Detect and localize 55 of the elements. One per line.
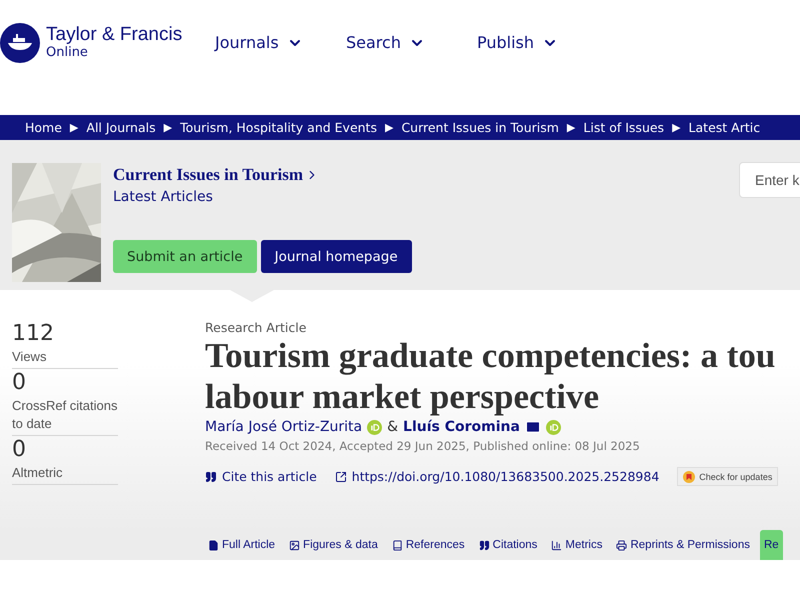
image-icon (289, 540, 300, 550)
bookmark-icon (683, 470, 696, 482)
logo-subtitle[interactable]: Online (46, 44, 182, 60)
document-icon (208, 540, 219, 550)
separator-icon: ▶ (566, 121, 576, 134)
metric-value: 0 (12, 436, 27, 464)
article-tab[interactable]: Figures & data (285, 530, 382, 560)
printer-icon (616, 540, 628, 550)
breadcrumb-link[interactable]: Latest Artic (688, 120, 760, 135)
cite-link[interactable]: Cite this article (205, 469, 317, 484)
breadcrumb-link[interactable]: List of Issues (583, 120, 664, 135)
separator-icon: ▶ (672, 121, 681, 134)
article-tab[interactable]: Full Article (204, 530, 280, 560)
article-tab[interactable]: References (388, 530, 469, 560)
publication-dates: Received 14 Oct 2024, Accepted 29 Jun 2025, Published online: 08 Jul 2025 (205, 439, 641, 453)
separator-icon: ▶ (384, 121, 394, 134)
journal-subtitle: Latest Articles (113, 189, 214, 205)
menu-item[interactable]: Journals (215, 33, 346, 52)
article-title: labour market perspective (205, 376, 600, 417)
metric-value: 0 (12, 369, 27, 397)
journal-title-link[interactable]: Current Issues in Tourism (113, 165, 412, 185)
external-link-icon (334, 470, 347, 482)
logo-name[interactable]: Taylor & Francis (46, 24, 182, 44)
author-separator: & (387, 419, 398, 435)
metric-label: Altmetric (12, 464, 64, 482)
author-link[interactable]: Lluís Coromina (403, 419, 520, 435)
article-tab[interactable]: Citations (474, 530, 542, 560)
metric-label: CrossRef citations to date (12, 397, 118, 433)
metric-value: 112 (12, 320, 55, 348)
separator-icon: ▶ (70, 121, 78, 134)
book-icon (392, 540, 403, 550)
check-updates-button[interactable]: Check for updates (677, 467, 778, 486)
homepage-button[interactable]: Journal homepage (260, 240, 412, 273)
quote-icon (205, 470, 217, 482)
bar-chart-icon (551, 540, 562, 550)
article-tab[interactable]: Reprints & Permissions (612, 530, 754, 560)
metric-label: Views (12, 348, 48, 366)
menu-item[interactable]: Publish (477, 33, 608, 52)
quote-icon (478, 540, 490, 550)
submit-button[interactable]: Submit an article (113, 240, 257, 273)
menu-item[interactable]: Search (346, 33, 477, 52)
breadcrumb-link[interactable]: Current Issues in Tourism (401, 120, 559, 135)
article-tab[interactable]: Metrics (547, 530, 606, 560)
mail-icon[interactable] (524, 419, 541, 435)
article-tab[interactable]: Re (760, 530, 783, 560)
breadcrumb-link[interactable]: Home (25, 120, 62, 135)
article-title: Tourism graduate competencies: a tou (205, 335, 776, 376)
separator-icon: ▶ (164, 121, 172, 134)
breadcrumb-link[interactable]: All Journals (86, 120, 156, 135)
search-field[interactable]: Enter k (739, 162, 800, 198)
author-link[interactable]: María José Ortiz-Zurita (205, 419, 362, 435)
doi-link[interactable]: https://doi.org/10.1080/13683500.2025.2528984 (334, 469, 660, 484)
logo-icon[interactable] (0, 22, 40, 62)
article-type: Research Article (205, 320, 308, 335)
breadcrumb-link[interactable]: Tourism, Hospitality and Events (180, 120, 377, 135)
